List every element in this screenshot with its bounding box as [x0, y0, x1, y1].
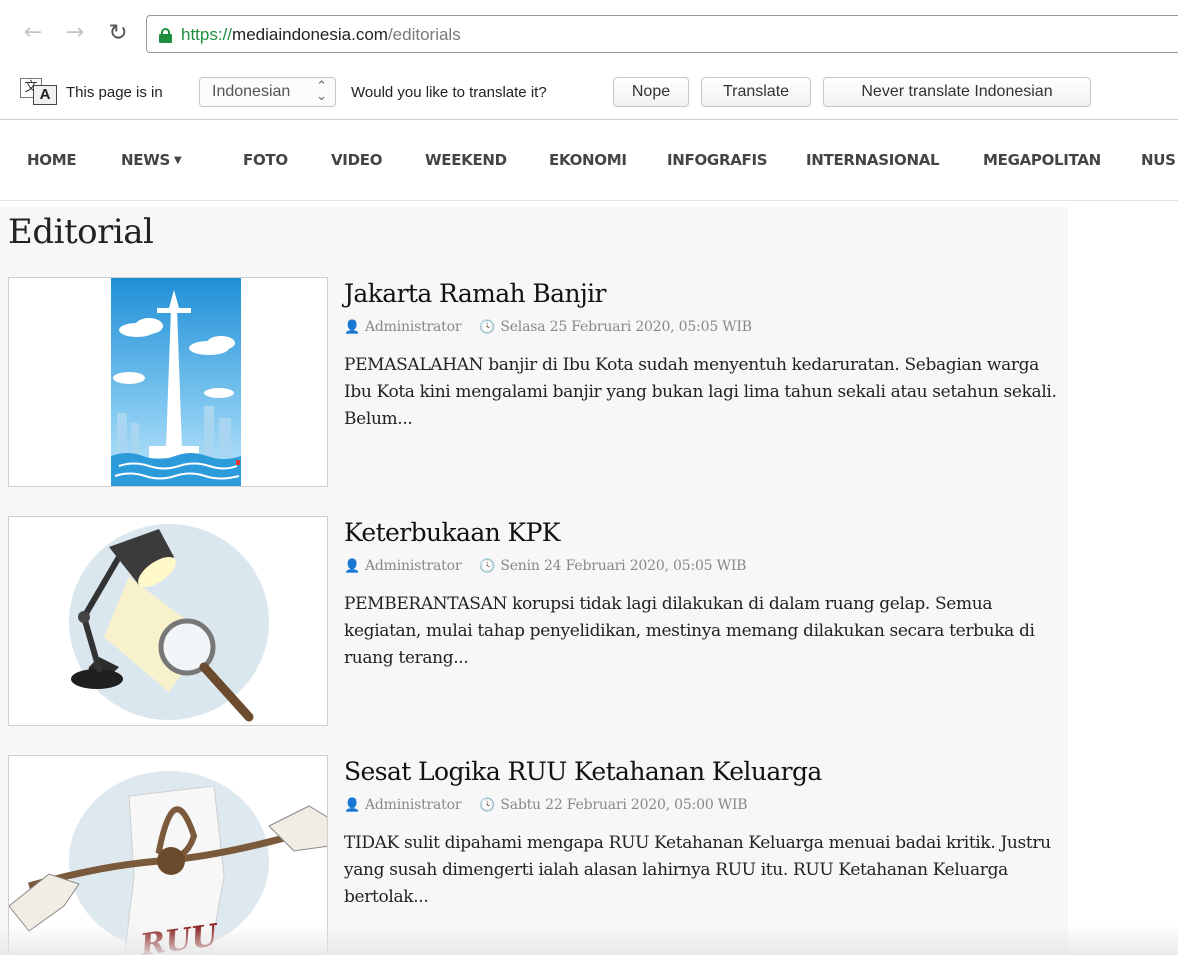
article-author: Administrator [365, 797, 462, 813]
nav-item-ekonomi[interactable]: EKONOMI [549, 151, 627, 169]
nav-item-news[interactable]: NEWS ▼ [121, 151, 182, 169]
article-title[interactable]: Keterbukaan KPK [344, 518, 560, 547]
bottom-fade-overlay [0, 925, 1178, 955]
article-excerpt: TIDAK sulit dipahami mengapa RUU Ketahan… [344, 833, 1051, 907]
never-translate-button[interactable]: Never translate Indonesian [823, 77, 1091, 107]
article-author: Administrator [365, 558, 462, 574]
url-text[interactable]: https://mediaindonesia.com/editorials [181, 25, 461, 45]
clock-icon: 🕓 [479, 320, 496, 335]
article-item: Keterbukaan KPK 👤 Administrator 🕓 Senin 24 … [0, 516, 1068, 731]
nav-item-foto[interactable]: FOTO [243, 151, 288, 169]
page-title: Editorial [8, 212, 154, 252]
nav-item-home[interactable]: HOME [27, 151, 77, 169]
translate-infobar: 文A This page is in Indonesian ⌃ ⌄ Would y… [0, 62, 1178, 120]
article-date: Sabtu 22 Februari 2020, 05:00 WIB [500, 797, 748, 813]
article-date: Selasa 25 Februari 2020, 05:05 WIB [500, 319, 752, 335]
article-excerpt: PEMBERANTASAN korupsi tidak lagi dilakuk… [344, 594, 1035, 668]
site-main-nav: HOME NEWS ▼ FOTO VIDEO WEEKEND EKONOMI IN… [0, 121, 1178, 201]
article-author: Administrator [365, 319, 462, 335]
nav-item-internasional[interactable]: INTERNASIONAL [806, 151, 940, 169]
user-icon: 👤 [344, 559, 360, 574]
user-icon: 👤 [344, 798, 360, 813]
article-thumbnail[interactable] [8, 516, 328, 726]
select-updown-icon: ⌃ ⌄ [316, 79, 327, 104]
nav-item-weekend[interactable]: WEEKEND [425, 151, 507, 169]
monas-flood-illustration [111, 278, 241, 486]
nav-item-news-label: NEWS [121, 151, 170, 169]
nav-item-infografis[interactable]: INFOGRAFIS [667, 151, 768, 169]
language-select[interactable]: Indonesian ⌃ ⌄ [199, 77, 336, 107]
clock-icon: 🕓 [479, 559, 496, 574]
nope-button[interactable]: Nope [613, 77, 689, 107]
user-icon: 👤 [344, 320, 360, 335]
browser-toolbar: ← → ↻ https://mediaindonesia.com/editori… [0, 0, 1178, 62]
article-meta: 👤 Administrator 🕓 Selasa 25 Februari 2020, … [344, 319, 752, 335]
nav-item-nusantara[interactable]: NUS [1141, 151, 1176, 169]
desk-lamp-magnifier-illustration [69, 524, 269, 722]
article-title[interactable]: Sesat Logika RUU Ketahanan Keluarga [344, 757, 822, 786]
nav-item-video[interactable]: VIDEO [331, 151, 382, 169]
lock-icon [159, 28, 172, 43]
address-bar[interactable]: https://mediaindonesia.com/editorials [146, 15, 1178, 53]
language-select-value: Indonesian [212, 83, 291, 100]
caret-down-icon: ▼ [173, 155, 182, 166]
clock-icon: 🕓 [479, 798, 496, 813]
article-thumbnail[interactable] [8, 277, 328, 487]
translate-question-text: Would you like to translate it? [351, 84, 547, 101]
article-meta: 👤 Administrator 🕓 Sabtu 22 Februari 2020, 0… [344, 797, 748, 813]
forward-arrow-icon[interactable]: → [64, 20, 86, 46]
article-meta: 👤 Administrator 🕓 Senin 24 Februari 2020, 0… [344, 558, 746, 574]
article-date: Senin 24 Februari 2020, 05:05 WIB [500, 558, 747, 574]
article-excerpt: PEMASALAHAN banjir di Ibu Kota sudah men… [344, 355, 1057, 429]
translate-prefix-text: This page is in [66, 84, 163, 101]
back-arrow-icon[interactable]: ← [22, 20, 44, 46]
article-title[interactable]: Jakarta Ramah Banjir [344, 279, 606, 308]
translate-icon: 文A [20, 78, 58, 105]
translate-button[interactable]: Translate [701, 77, 811, 107]
article-item: Jakarta Ramah Banjir 👤 Administrator 🕓 Sela… [0, 277, 1068, 492]
nav-item-megapolitan[interactable]: MEGAPOLITAN [983, 151, 1101, 169]
reload-icon[interactable]: ↻ [107, 20, 129, 46]
